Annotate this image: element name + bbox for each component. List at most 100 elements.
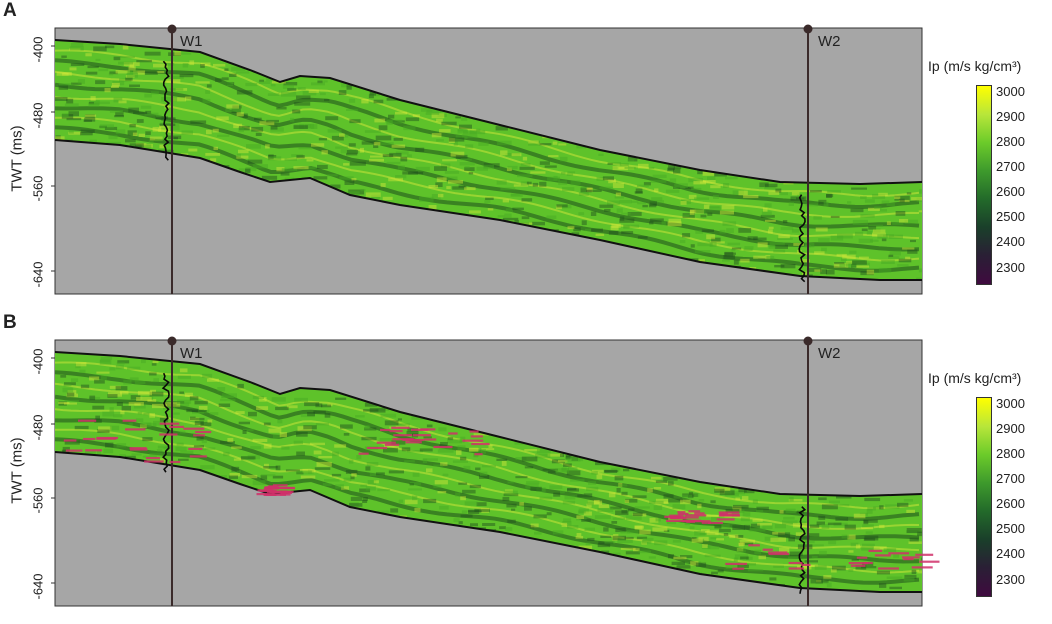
impedance-cell [205,447,216,450]
impedance-cell [738,542,745,546]
low-impedance-highlight [96,437,117,440]
impedance-cell [553,175,558,181]
impedance-cell [174,51,182,56]
impedance-cell [66,392,75,397]
impedance-cell [706,530,719,536]
impedance-cell [245,168,251,174]
impedance-cell [879,583,887,588]
impedance-cell [783,516,795,520]
impedance-cell [175,446,187,452]
impedance-cell [482,523,496,526]
low-impedance-highlight [856,556,868,559]
impedance-cell [611,223,621,228]
impedance-cell [205,89,211,94]
impedance-cell [144,93,152,98]
impedance-cell [220,398,236,402]
low-impedance-highlight [469,430,479,433]
impedance-cell [672,504,686,510]
impedance-cell [855,231,864,236]
impedance-cell [548,155,559,158]
impedance-cell [918,210,922,213]
impedance-cell [584,527,595,531]
impedance-cell [409,483,414,486]
impedance-cell [661,220,666,226]
impedance-cell [672,539,681,543]
impedance-cell [655,480,668,483]
impedance-cell [737,564,749,569]
impedance-cell [590,211,597,216]
impedance-cell [549,485,563,489]
impedance-cell [455,154,468,159]
impedance-cell [348,459,354,464]
impedance-cell [69,67,77,71]
impedance-cell [270,83,276,87]
impedance-cell [132,132,138,136]
impedance-cell [560,490,565,494]
impedance-cell [703,204,710,209]
impedance-cell [113,56,121,61]
impedance-cell [251,126,264,132]
impedance-cell [426,424,433,428]
impedance-cell [502,496,510,502]
low-impedance-highlight [78,419,97,422]
impedance-cell [267,156,282,161]
impedance-cell [373,142,381,146]
impedance-cell [109,110,123,113]
impedance-cell [561,468,569,471]
impedance-cell [785,508,796,513]
impedance-cell [464,187,476,191]
impedance-cell [209,412,219,416]
impedance-cell [390,508,399,513]
impedance-cell [691,187,702,191]
impedance-cell [719,210,734,215]
impedance-cell [141,359,146,364]
impedance-cell [469,130,486,135]
impedance-cell [521,456,538,462]
impedance-cell [864,199,875,203]
y-axis-label: TWT (ms) [8,437,26,504]
impedance-cell [534,531,542,535]
impedance-cell [594,515,611,519]
impedance-cell [898,258,912,263]
impedance-cell [539,143,552,146]
impedance-cell [820,269,827,275]
impedance-cell [458,482,468,485]
impedance-cell [254,117,262,121]
impedance-cell [360,189,366,192]
impedance-cell [98,426,112,431]
impedance-cell [318,138,327,141]
impedance-cell [588,481,596,485]
impedance-cell [850,208,864,213]
impedance-cell [118,100,127,104]
colorbar-tick: 2600 [996,496,1025,511]
impedance-cell [487,208,494,211]
impedance-cell [836,253,847,257]
impedance-cell [757,242,768,248]
impedance-cell [825,269,835,275]
low-impedance-highlight [281,491,292,494]
impedance-cell [680,499,691,505]
colorbar-tick: 2600 [996,184,1025,199]
impedance-cell [702,544,708,548]
impedance-cell [442,473,449,477]
low-impedance-highlight [788,567,804,570]
impedance-cell [804,560,818,563]
colorbar-tick: 2700 [996,471,1025,486]
colorbar-tick: 3000 [996,84,1025,99]
impedance-cell [113,414,123,418]
impedance-cell [691,538,703,543]
impedance-cell [587,501,594,506]
impedance-cell [668,554,674,559]
impedance-cell [179,74,194,78]
impedance-cell [70,63,85,66]
impedance-cell [307,412,315,417]
impedance-cell [149,372,157,376]
impedance-cell [107,394,118,398]
impedance-cell [464,501,478,506]
impedance-cell [597,507,614,512]
impedance-cell [681,494,693,499]
colorbar-title: Ip (m/s kg/cm³) [928,370,1022,386]
impedance-cell [423,436,432,439]
impedance-cell [62,113,70,119]
impedance-cell [350,496,363,501]
